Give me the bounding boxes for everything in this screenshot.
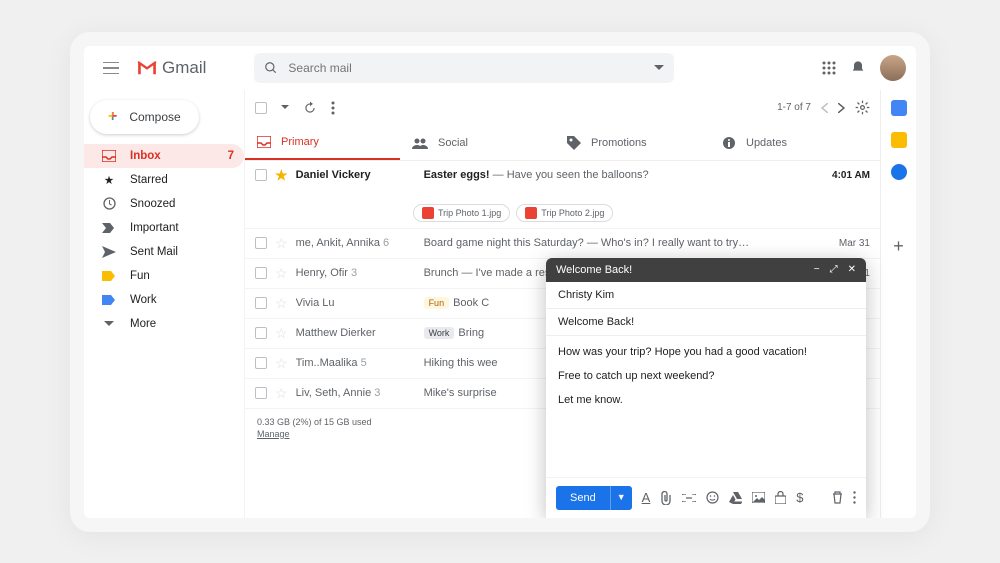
star-icon[interactable]: ☆ bbox=[275, 295, 288, 312]
tasks-icon[interactable] bbox=[891, 164, 907, 180]
close-icon[interactable]: ✕ bbox=[848, 264, 856, 275]
subject-field[interactable]: Welcome Back! bbox=[546, 309, 866, 336]
send-button[interactable]: Send bbox=[556, 486, 610, 510]
compose-header[interactable]: Welcome Back! − ⤢ ✕ bbox=[546, 258, 866, 282]
account-avatar[interactable] bbox=[880, 55, 906, 81]
category-tabs: Primary Social Promotions Updates bbox=[245, 126, 880, 161]
compose-label: Compose bbox=[129, 110, 180, 124]
to-field[interactable]: Christy Kim bbox=[546, 282, 866, 309]
info-icon bbox=[722, 136, 736, 150]
tab-updates[interactable]: Updates bbox=[710, 126, 865, 160]
row-checkbox[interactable] bbox=[255, 169, 267, 181]
label-icon bbox=[102, 295, 116, 305]
confidential-icon[interactable] bbox=[775, 491, 786, 504]
attachment-chip[interactable]: Trip Photo 1.jpg bbox=[413, 204, 510, 222]
refresh-icon[interactable] bbox=[303, 101, 317, 115]
app-name: Gmail bbox=[162, 58, 206, 78]
star-icon[interactable]: ☆ bbox=[275, 235, 288, 252]
link-icon[interactable] bbox=[682, 494, 696, 502]
tab-social[interactable]: Social bbox=[400, 126, 555, 160]
tag-icon bbox=[567, 136, 581, 150]
select-dropdown-icon[interactable] bbox=[281, 105, 289, 110]
star-icon[interactable]: ★ bbox=[275, 167, 288, 184]
search-input[interactable] bbox=[288, 61, 644, 75]
settings-icon[interactable] bbox=[855, 100, 870, 115]
money-icon[interactable]: $ bbox=[796, 490, 803, 505]
next-page-icon[interactable] bbox=[838, 103, 845, 113]
calendar-icon[interactable] bbox=[891, 100, 907, 116]
delete-draft-icon[interactable] bbox=[832, 491, 843, 504]
compose-window: Welcome Back! − ⤢ ✕ Christy Kim Welcome … bbox=[546, 258, 866, 518]
row-checkbox[interactable] bbox=[255, 297, 267, 309]
email-row[interactable]: ★ Daniel Vickery Easter eggs! — Have you… bbox=[245, 161, 880, 229]
row-checkbox[interactable] bbox=[255, 387, 267, 399]
search-icon bbox=[264, 61, 278, 75]
star-icon[interactable]: ☆ bbox=[275, 355, 288, 372]
people-icon bbox=[412, 137, 428, 149]
attach-icon[interactable] bbox=[660, 491, 672, 505]
inbox-icon bbox=[257, 136, 271, 148]
keep-icon[interactable] bbox=[891, 132, 907, 148]
email-row[interactable]: ☆me, Ankit, Annika 6Board game night thi… bbox=[245, 229, 880, 259]
notifications-icon[interactable] bbox=[850, 60, 866, 76]
tab-promotions[interactable]: Promotions bbox=[555, 126, 710, 160]
important-icon bbox=[102, 223, 116, 233]
row-checkbox[interactable] bbox=[255, 237, 267, 249]
toolbar: 1-7 of 7 bbox=[245, 90, 880, 126]
sidebar: + Compose Inbox 7 ★Starred Snoozed Impor… bbox=[84, 90, 244, 518]
star-icon[interactable]: ☆ bbox=[275, 325, 288, 342]
compose-toolbar: Send ▼ A $ bbox=[546, 477, 866, 518]
search-dropdown-icon[interactable] bbox=[654, 65, 664, 71]
compose-button[interactable]: + Compose bbox=[90, 100, 199, 134]
side-panel: + bbox=[880, 90, 916, 518]
pagination-info: 1-7 of 7 bbox=[777, 102, 811, 113]
photo-icon[interactable] bbox=[752, 492, 765, 503]
inbox-icon bbox=[102, 150, 116, 162]
prev-page-icon[interactable] bbox=[821, 103, 828, 113]
sidebar-item-starred[interactable]: ★Starred bbox=[84, 168, 244, 192]
gmail-logo[interactable]: Gmail bbox=[136, 58, 206, 78]
sidebar-item-fun[interactable]: Fun bbox=[84, 264, 244, 288]
minimize-icon[interactable]: − bbox=[814, 264, 820, 275]
sidebar-item-inbox[interactable]: Inbox 7 bbox=[84, 144, 244, 168]
star-icon: ★ bbox=[102, 173, 116, 187]
row-checkbox[interactable] bbox=[255, 327, 267, 339]
format-icon[interactable]: A bbox=[642, 490, 651, 505]
expand-icon[interactable]: ⤢ bbox=[830, 264, 838, 275]
app-header: Gmail bbox=[84, 46, 916, 90]
sent-icon bbox=[102, 246, 116, 258]
star-icon[interactable]: ☆ bbox=[275, 265, 288, 282]
row-checkbox[interactable] bbox=[255, 357, 267, 369]
sidebar-item-work[interactable]: Work bbox=[84, 288, 244, 312]
image-icon bbox=[422, 207, 434, 219]
sidebar-item-sent[interactable]: Sent Mail bbox=[84, 240, 244, 264]
select-all-checkbox[interactable] bbox=[255, 102, 267, 114]
label-tag[interactable]: Work bbox=[424, 327, 455, 339]
sidebar-item-important[interactable]: Important bbox=[84, 216, 244, 240]
label-icon bbox=[102, 271, 116, 281]
send-options-button[interactable]: ▼ bbox=[610, 486, 632, 510]
main-menu-button[interactable] bbox=[94, 51, 128, 85]
chevron-down-icon bbox=[102, 321, 116, 327]
add-addon-icon[interactable]: + bbox=[893, 236, 904, 257]
label-tag[interactable]: Fun bbox=[424, 297, 450, 309]
compose-title: Welcome Back! bbox=[556, 264, 632, 276]
clock-icon bbox=[102, 197, 116, 210]
more-options-icon[interactable] bbox=[853, 491, 856, 504]
more-icon[interactable] bbox=[331, 101, 335, 115]
tab-primary[interactable]: Primary bbox=[245, 126, 400, 160]
emoji-icon[interactable] bbox=[706, 491, 719, 504]
compose-body[interactable]: How was your trip? Hope you had a good v… bbox=[546, 336, 866, 477]
star-icon[interactable]: ☆ bbox=[275, 385, 288, 402]
search-bar[interactable] bbox=[254, 53, 674, 83]
plus-icon: + bbox=[108, 108, 117, 126]
drive-icon[interactable] bbox=[729, 492, 742, 504]
image-icon bbox=[525, 207, 537, 219]
row-checkbox[interactable] bbox=[255, 267, 267, 279]
attachment-chip[interactable]: Trip Photo 2.jpg bbox=[516, 204, 613, 222]
sidebar-item-snoozed[interactable]: Snoozed bbox=[84, 192, 244, 216]
sidebar-item-more[interactable]: More bbox=[84, 312, 244, 336]
apps-icon[interactable] bbox=[822, 61, 836, 75]
